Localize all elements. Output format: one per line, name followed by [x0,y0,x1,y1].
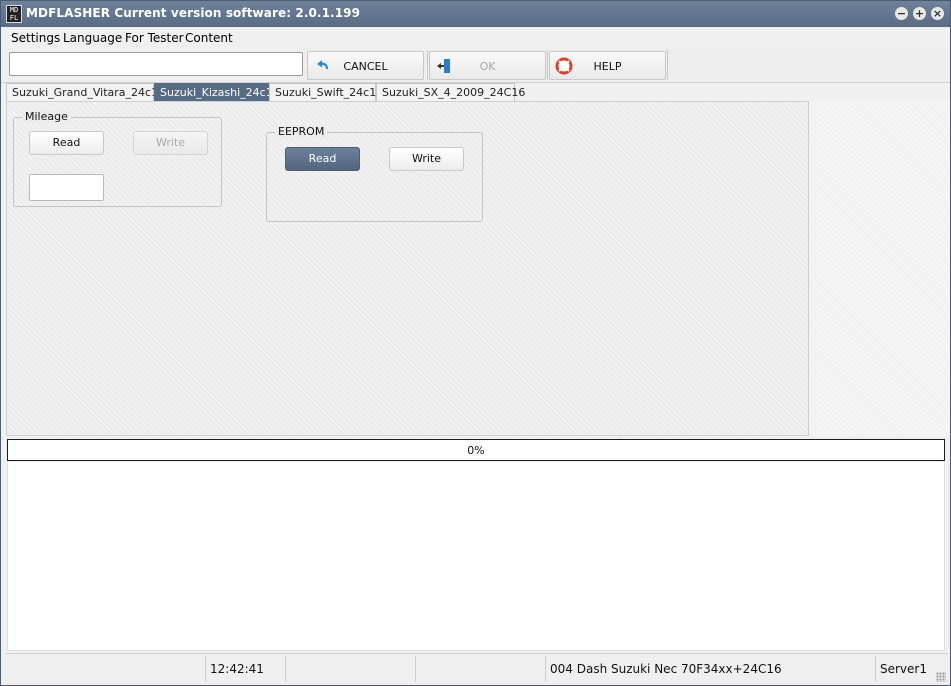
app-window: MD FL MDFLASHER Current version software:… [0,0,951,686]
menu-for-tester[interactable]: For Tester [125,31,184,45]
eeprom-group: EEPROM Read Write [266,125,483,222]
eeprom-write-button[interactable]: Write [389,147,464,171]
progress-bar: 0% [7,439,945,461]
menu-language[interactable]: Language [63,31,122,45]
ok-label: OK [479,60,496,73]
status-device: 004 Dash Suzuki Nec 70F34xx+24C16 [546,656,876,682]
toolbar-divider [427,50,428,80]
maximize-button[interactable]: + [913,7,926,20]
cancel-label: CANCEL [343,60,388,73]
tab-grand-vitara[interactable]: Suzuki_Grand_Vitara_24c16 [6,83,165,101]
tab-kizashi[interactable]: Suzuki_Kizashi_24c16 [154,83,280,101]
eeprom-read-button[interactable]: Read [285,147,360,171]
toolbar: CANCEL OK HELP [1,48,950,83]
side-area [810,101,950,436]
status-cell-empty [5,656,206,682]
status-time: 12:42:41 [206,656,286,682]
mileage-value-field[interactable] [29,174,104,201]
mileage-write-button[interactable]: Write [133,131,208,155]
toolbar-divider [547,50,548,80]
mileage-group: Mileage Read Write [13,110,222,207]
help-button[interactable]: HELP [549,51,666,80]
menu-bar: Settings Language For Tester Content [1,27,950,49]
app-logo-icon: MD FL [6,5,22,23]
toolbar-divider [667,50,668,80]
resize-grip-icon[interactable] [936,672,946,682]
tab-sx4-2009[interactable]: Suzuki_SX_4_2009_24C16 [376,83,525,101]
progress-text: 0% [467,444,485,457]
ok-button[interactable]: OK [429,51,546,80]
window-title: MDFLASHER Current version software: 2.0.… [26,6,361,20]
command-input[interactable] [9,52,303,76]
minimize-button[interactable]: − [895,7,908,20]
status-cell-empty [416,656,546,682]
tab-content-panel: Mileage Read Write EEPROM Read Write [6,101,809,436]
menu-content[interactable]: Content [185,31,233,45]
status-bar: 12:42:41 004 Dash Suzuki Nec 70F34xx+24C… [5,653,948,684]
tab-swift[interactable]: Suzuki_Swift_24c16 [269,83,383,101]
menu-settings[interactable]: Settings [11,31,60,45]
cancel-button[interactable]: CANCEL [307,51,424,80]
help-label: HELP [593,60,622,73]
mileage-group-title: Mileage [22,110,71,123]
eeprom-group-title: EEPROM [275,125,328,138]
title-bar[interactable]: MD FL MDFLASHER Current version software:… [1,1,950,27]
status-cell-empty [286,656,416,682]
close-button[interactable]: × [931,7,944,20]
mileage-read-button[interactable]: Read [29,131,104,155]
log-output[interactable] [7,462,945,651]
